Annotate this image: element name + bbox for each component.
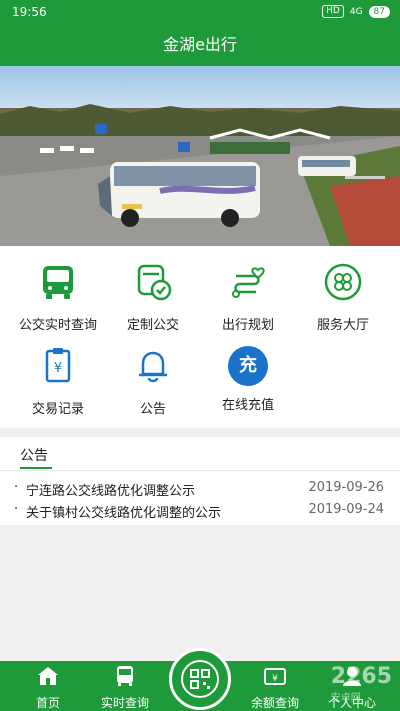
divider [0,470,400,471]
bullet: · [14,502,19,517]
service-label: 交易记录 [31,402,84,417]
banner-carousel[interactable] [0,66,400,246]
bus-icon [117,666,133,686]
home-icon [38,667,58,685]
service-label: 在线充值 [221,398,274,413]
status-bar: 19:56 HD 4G 87 [0,0,400,24]
service-label: 服务大厅 [316,318,369,333]
tab-label: 首页 [35,696,60,710]
notice-underline [20,467,52,469]
service-recharge[interactable]: 充 在线充值 [198,346,298,413]
battery-icon: 87 [368,5,390,18]
status-time: 19:56 [12,5,47,19]
tab-home[interactable]: 首页 [8,661,88,711]
watermark: 2265 安卓网 [331,664,392,704]
qr-scan-button[interactable] [169,648,231,710]
notice-item-date: 2019-09-26 [308,480,384,495]
app-title: 金湖e出行 [0,24,400,66]
service-announcement[interactable]: 公告 [103,346,203,417]
banner-image [0,66,400,246]
svg-text:¥: ¥ [54,361,62,376]
receipt-icon: ¥ [45,348,71,383]
balance-icon: ¥ [264,668,286,685]
service-hall[interactable]: 服务大厅 [293,262,393,333]
bullet: · [14,480,19,495]
service-label: 公交实时查询 [18,318,97,333]
qr-scan-icon [181,660,219,698]
bell-icon [139,351,167,383]
service-realtime-bus[interactable]: 公交实时查询 [8,262,108,333]
service-label: 出行规划 [221,318,274,333]
svg-text:¥: ¥ [272,674,278,684]
bus-icon [43,266,73,299]
service-label: 定制公交 [126,318,179,333]
status-icons: HD 4G 87 [322,5,390,18]
tab-balance[interactable]: ¥ 余额查询 [235,661,315,711]
service-route-planning[interactable]: 出行规划 [198,262,298,333]
notice-item-date: 2019-09-24 [308,502,384,517]
service-grid: 公交实时查询 定制公交 出行规划 服务大厅 ¥ 交易记录 公告 充 在线充值 [0,246,400,428]
hd-badge: HD [322,5,344,18]
service-transactions[interactable]: ¥ 交易记录 [8,346,108,417]
service-custom-bus[interactable]: 定制公交 [103,262,203,333]
recharge-glyph: 充 [239,355,257,376]
notice-item[interactable]: · 宁连路公交线路优化调整公示 2019-09-26 [0,480,400,502]
notice-item-title: 宁连路公交线路优化调整公示 [26,484,196,499]
tab-label: 余额查询 [250,696,299,710]
tab-label: 实时查询 [100,696,149,710]
custom-bus-icon [137,264,172,301]
route-icon [232,267,265,298]
service-hall-icon [324,263,362,301]
tab-realtime[interactable]: 实时查询 [85,661,165,711]
service-label: 公告 [139,402,166,417]
signal-icon: 4G [349,6,363,17]
notice-item-title: 关于镇村公交线路优化调整的公示 [26,506,222,521]
recharge-icon: 充 [228,346,268,386]
notice-item[interactable]: · 关于镇村公交线路优化调整的公示 2019-09-24 [0,502,400,524]
watermark-sub: 安卓网 [330,693,361,704]
watermark-text: 2265 [330,664,392,689]
notice-title: 公告 [20,448,48,464]
notice-panel: 公告 · 宁连路公交线路优化调整公示 2019-09-26 · 关于镇村公交线路… [0,437,400,525]
